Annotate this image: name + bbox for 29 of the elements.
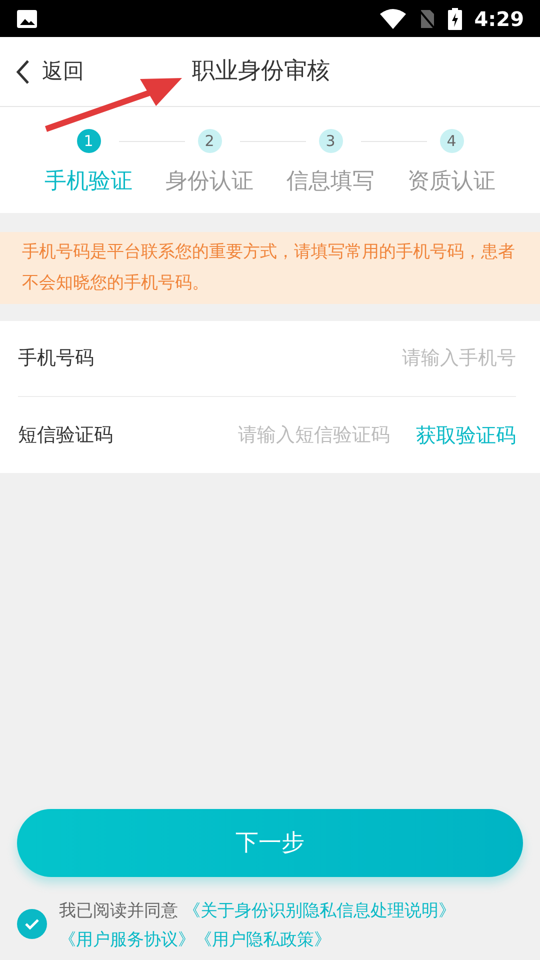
status-time: 4:29 [474, 6, 524, 32]
page-title: 职业身份审核 [192, 57, 330, 86]
step-label: 资质认证 [408, 168, 496, 196]
check-icon [24, 918, 40, 930]
battery-charging-icon [448, 8, 462, 30]
step-label: 身份认证 [166, 168, 254, 196]
agreement-link[interactable]: 《用户隐私政策》 [195, 930, 331, 950]
step-number: 3 [318, 129, 342, 153]
next-button[interactable]: 下一步 [17, 809, 523, 877]
field-label: 手机号码 [18, 346, 95, 372]
agreement-text: 我已阅读并同意 《关于身份识别隐私信息处理说明》 《用户服务协议》《用户隐私政策》 [59, 900, 456, 952]
no-sim-icon [418, 8, 436, 28]
step-label: 信息填写 [286, 168, 374, 196]
code-input-field[interactable]: 请输入短信验证码 [168, 420, 390, 450]
field-label: 短信验证码 [18, 422, 114, 448]
step-number: 1 [76, 129, 100, 153]
agreement-link[interactable]: 《关于身份识别隐私信息处理说明》 [183, 901, 456, 921]
wifi-icon [380, 8, 406, 28]
agreement-checkbox[interactable] [17, 909, 47, 939]
back-icon [16, 58, 30, 84]
agreement-link[interactable]: 《用户服务协议》 [59, 930, 195, 950]
step-label: 手机验证 [44, 168, 132, 196]
get-code-button[interactable]: 获取验证码 [416, 420, 516, 450]
phone-input-field[interactable]: 请输入手机号 [168, 344, 516, 373]
step-number: 4 [440, 129, 464, 153]
step-number: 2 [198, 129, 222, 153]
image-icon [16, 8, 38, 28]
back-button[interactable]: 返回 [0, 37, 84, 106]
notice-text: 手机号码是平台联系您的重要方式，请填写常用的手机号码，患者不会知晓您的手机号码。 [0, 232, 540, 304]
